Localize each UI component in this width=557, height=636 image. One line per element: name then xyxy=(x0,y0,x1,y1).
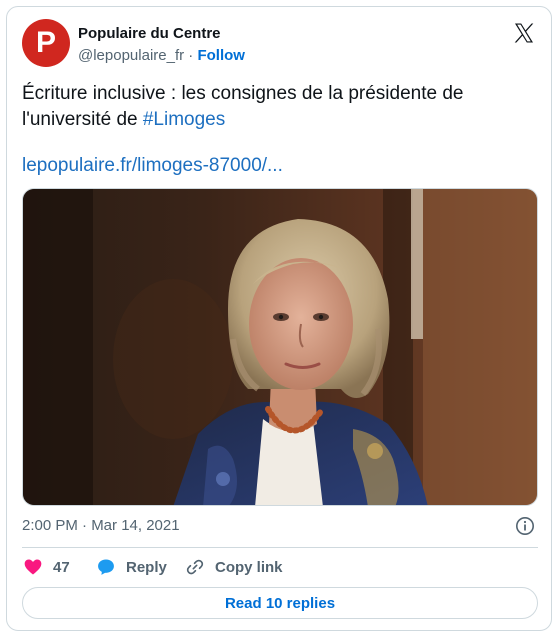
copy-link-label: Copy link xyxy=(215,558,283,576)
info-icon[interactable] xyxy=(515,516,535,536)
link-icon xyxy=(186,559,204,575)
reply-bubble-icon xyxy=(98,559,114,575)
tweet-text-main: Écriture inclusive : les consignes de la… xyxy=(22,83,464,130)
follow-button[interactable]: Follow xyxy=(197,47,245,64)
tweet-text: Écriture inclusive : les consignes de la… xyxy=(22,81,542,133)
read-replies-button[interactable]: Read 10 replies xyxy=(22,587,538,619)
author-avatar[interactable]: P xyxy=(22,19,70,67)
divider xyxy=(22,547,538,548)
x-logo-icon[interactable] xyxy=(512,21,536,45)
hashtag-link[interactable]: #Limoges xyxy=(143,109,225,130)
portrait-photo-image xyxy=(23,189,537,505)
avatar-letter: P xyxy=(35,26,56,59)
like-button[interactable]: 47 xyxy=(23,555,70,579)
article-link[interactable]: lepopulaire.fr/limoges-87000/... xyxy=(22,153,283,179)
embedded-tweet-card: P Populaire du Centre @lepopulaire_fr · … xyxy=(6,6,552,631)
tweet-photo[interactable] xyxy=(22,188,538,506)
author-handle[interactable]: @lepopulaire_fr xyxy=(78,47,184,64)
author-name[interactable]: Populaire du Centre xyxy=(78,25,221,42)
tweet-timestamp[interactable]: 2:00 PM · Mar 14, 2021 xyxy=(22,517,180,534)
reply-label: Reply xyxy=(126,558,167,576)
like-count: 47 xyxy=(53,558,70,576)
heart-icon xyxy=(24,559,42,575)
reply-button[interactable]: Reply xyxy=(96,555,167,579)
author-handle-row: @lepopulaire_fr · Follow xyxy=(78,47,245,64)
copy-link-button[interactable]: Copy link xyxy=(185,555,283,579)
